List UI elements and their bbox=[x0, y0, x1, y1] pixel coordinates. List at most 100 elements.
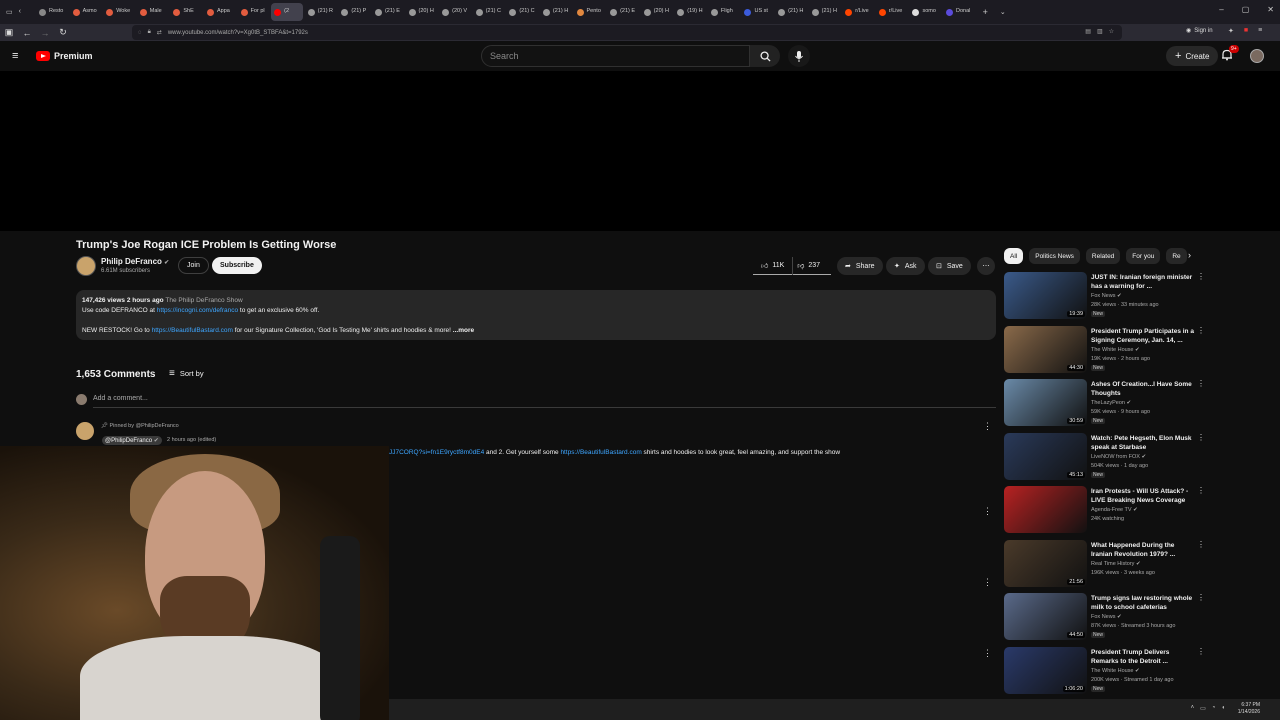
share-button[interactable]: ➦ Share bbox=[837, 257, 883, 275]
save-button[interactable]: ⊡ Save bbox=[928, 257, 971, 275]
browser-tab[interactable]: (2 bbox=[271, 3, 304, 21]
video-thumbnail[interactable]: 19:39 bbox=[1004, 272, 1087, 319]
recommended-video[interactable]: 21:56 What Happened During the Iranian Re… bbox=[1004, 539, 1205, 590]
browser-tab[interactable]: For pl bbox=[238, 3, 270, 21]
sidebar-toggle-icon[interactable]: ▣ bbox=[0, 27, 18, 38]
browser-tab[interactable]: Appa bbox=[204, 3, 236, 21]
video-thumbnail[interactable]: 44:30 bbox=[1004, 325, 1087, 373]
comment-menu-icon[interactable]: ⋮ bbox=[983, 577, 992, 588]
video-menu-icon[interactable]: ⋮ bbox=[1197, 486, 1205, 495]
browser-tab[interactable]: (21) E bbox=[372, 3, 404, 21]
browser-tab[interactable]: (21) R bbox=[305, 3, 337, 21]
add-comment-input[interactable]: Add a comment... bbox=[93, 395, 996, 408]
pinned-comment-avatar[interactable] bbox=[76, 422, 94, 440]
browser-tab[interactable]: Pento bbox=[574, 3, 606, 21]
youtube-logo[interactable]: Premium bbox=[36, 51, 93, 61]
video-title[interactable]: Ashes Of Creation...I Have Some Thoughts bbox=[1091, 380, 1196, 398]
comment-menu-icon[interactable]: ⋮ bbox=[983, 648, 992, 659]
recommended-video[interactable]: Iran Protests - Will US Attack? - LIVE B… bbox=[1004, 486, 1205, 536]
address-bar[interactable]: ◌ 🔒︎ ⇄ www.youtube.com/watch?v=Xg0tB_STB… bbox=[132, 25, 1122, 40]
chevron-right-icon[interactable]: › bbox=[1188, 250, 1191, 260]
video-thumbnail[interactable]: 1:06:20 bbox=[1004, 646, 1087, 694]
browser-tab[interactable]: (19) H bbox=[674, 3, 706, 21]
ask-button[interactable]: ✦ Ask bbox=[886, 257, 925, 275]
video-title[interactable]: Iran Protests - Will US Attack? - LIVE B… bbox=[1091, 487, 1196, 505]
join-button[interactable]: Join bbox=[178, 257, 209, 274]
video-menu-icon[interactable]: ⋮ bbox=[1197, 272, 1205, 281]
video-menu-icon[interactable]: ⋮ bbox=[1197, 593, 1205, 602]
tab-overflow-icon[interactable]: ⌄ bbox=[1000, 8, 1006, 16]
network-icon[interactable]: ◔ bbox=[1212, 705, 1216, 712]
video-thumbnail[interactable]: 44:50 bbox=[1004, 593, 1087, 640]
filter-chip[interactable]: Politics News bbox=[1029, 248, 1080, 264]
browser-tab[interactable]: somo bbox=[909, 3, 941, 21]
video-menu-icon[interactable]: ⋮ bbox=[1197, 433, 1205, 442]
video-title[interactable]: President Trump Delivers Remarks to the … bbox=[1091, 648, 1196, 666]
video-thumbnail[interactable]: 30:59 bbox=[1004, 379, 1087, 426]
like-button[interactable]: 👍︎ 11K bbox=[753, 257, 792, 275]
forward-icon[interactable]: → bbox=[36, 28, 54, 38]
tab-list-icon[interactable]: ▭ bbox=[6, 8, 13, 16]
recommended-video[interactable]: 19:39 JUST IN: Iranian foreign minister h… bbox=[1004, 272, 1205, 322]
close-window-icon[interactable]: ✕ bbox=[1267, 5, 1274, 14]
comment-menu-icon[interactable]: ⋮ bbox=[983, 506, 992, 517]
browser-tab[interactable]: Male bbox=[137, 3, 169, 21]
filter-chip[interactable]: Re bbox=[1166, 248, 1187, 264]
video-title[interactable]: Watch: Pete Hegseth, Elon Musk speak at … bbox=[1091, 434, 1196, 452]
video-thumbnail[interactable] bbox=[1004, 486, 1087, 533]
browser-tab[interactable]: (21) P bbox=[338, 3, 370, 21]
comment-link-2[interactable]: https://BeautifulBastard.com bbox=[560, 449, 641, 456]
video-player[interactable] bbox=[0, 71, 1280, 231]
volume-icon[interactable]: ◖ bbox=[1221, 705, 1225, 712]
video-menu-icon[interactable]: ⋮ bbox=[1197, 647, 1205, 656]
browser-tab[interactable]: (20) H bbox=[406, 3, 438, 21]
video-title[interactable]: What Happened During the Iranian Revolut… bbox=[1091, 541, 1196, 559]
filter-chip[interactable]: Related bbox=[1085, 248, 1121, 264]
incogni-link[interactable]: https://incogni.com/defranco bbox=[157, 307, 238, 314]
dislike-button[interactable]: 👎︎ 237 bbox=[792, 256, 824, 275]
recommended-video[interactable]: 44:30 President Trump Participates in a S… bbox=[1004, 325, 1205, 376]
system-clock[interactable]: 6:37 PM 1/14/2026 bbox=[1238, 702, 1260, 716]
browser-tab[interactable]: r/Live bbox=[876, 3, 908, 21]
filter-chip[interactable]: All bbox=[1004, 248, 1024, 264]
channel-name[interactable]: Philip DeFranco ✔ bbox=[101, 257, 169, 266]
new-tab-icon[interactable]: + bbox=[983, 7, 988, 17]
video-title[interactable]: Trump signs law restoring whole milk to … bbox=[1091, 594, 1196, 612]
browser-tab[interactable]: r/Live bbox=[842, 3, 874, 21]
browser-tab[interactable]: Fligh bbox=[708, 3, 740, 21]
browser-tab[interactable]: (21) H bbox=[775, 3, 807, 21]
extensions-icon[interactable]: ✦ bbox=[1228, 27, 1234, 35]
video-menu-icon[interactable]: ⋮ bbox=[1197, 379, 1205, 388]
search-button[interactable] bbox=[750, 45, 780, 67]
comment-menu-icon[interactable]: ⋮ bbox=[983, 421, 992, 432]
browser-tab[interactable]: Asmo bbox=[70, 3, 102, 21]
back-tabs-icon[interactable]: ‹ bbox=[19, 8, 21, 16]
video-thumbnail[interactable]: 21:56 bbox=[1004, 539, 1087, 587]
more-actions-button[interactable]: ⋯ bbox=[977, 257, 995, 275]
show-tag[interactable]: The Philip DeFranco Show bbox=[165, 297, 242, 304]
user-avatar[interactable] bbox=[1250, 49, 1264, 63]
browser-tab[interactable]: ShE bbox=[170, 3, 202, 21]
browser-tab[interactable]: (21) H bbox=[540, 3, 572, 21]
tray-app-icon[interactable]: ▭ bbox=[1200, 705, 1206, 712]
minimize-icon[interactable]: – bbox=[1219, 5, 1223, 14]
recommended-video[interactable]: 30:59 Ashes Of Creation...I Have Some Tho… bbox=[1004, 379, 1205, 429]
video-menu-icon[interactable]: ⋮ bbox=[1197, 326, 1205, 335]
sign-in-button[interactable]: ◉ Sign in bbox=[1186, 27, 1213, 35]
browser-tab[interactable]: US st bbox=[741, 3, 773, 21]
recommended-video[interactable]: 44:50 Trump signs law restoring whole mil… bbox=[1004, 593, 1205, 643]
pip-icon[interactable]: ▥ bbox=[1097, 28, 1103, 35]
maximize-icon[interactable]: ▢ bbox=[1242, 5, 1250, 14]
browser-tab[interactable]: Woke bbox=[103, 3, 135, 21]
browser-tab[interactable]: (21) E bbox=[607, 3, 639, 21]
sort-by-button[interactable]: ≡ Sort by bbox=[169, 368, 204, 379]
comment-link-1[interactable]: JJ7CORQ?si=fn1E9ryctf8m0dE4 bbox=[389, 449, 484, 456]
extension-badge-icon[interactable]: ■ bbox=[1244, 27, 1248, 35]
create-button[interactable]: + Create bbox=[1166, 46, 1219, 66]
browser-tab[interactable]: (21) C bbox=[473, 3, 505, 21]
subscribe-button[interactable]: Subscribe bbox=[212, 257, 262, 274]
menu-icon[interactable]: ≡ bbox=[1258, 27, 1262, 35]
show-more-link[interactable]: ...more bbox=[453, 327, 474, 334]
browser-tab[interactable]: Resto bbox=[36, 3, 68, 21]
description-box[interactable]: 147,426 views 2 hours ago The Philip DeF… bbox=[76, 290, 996, 340]
